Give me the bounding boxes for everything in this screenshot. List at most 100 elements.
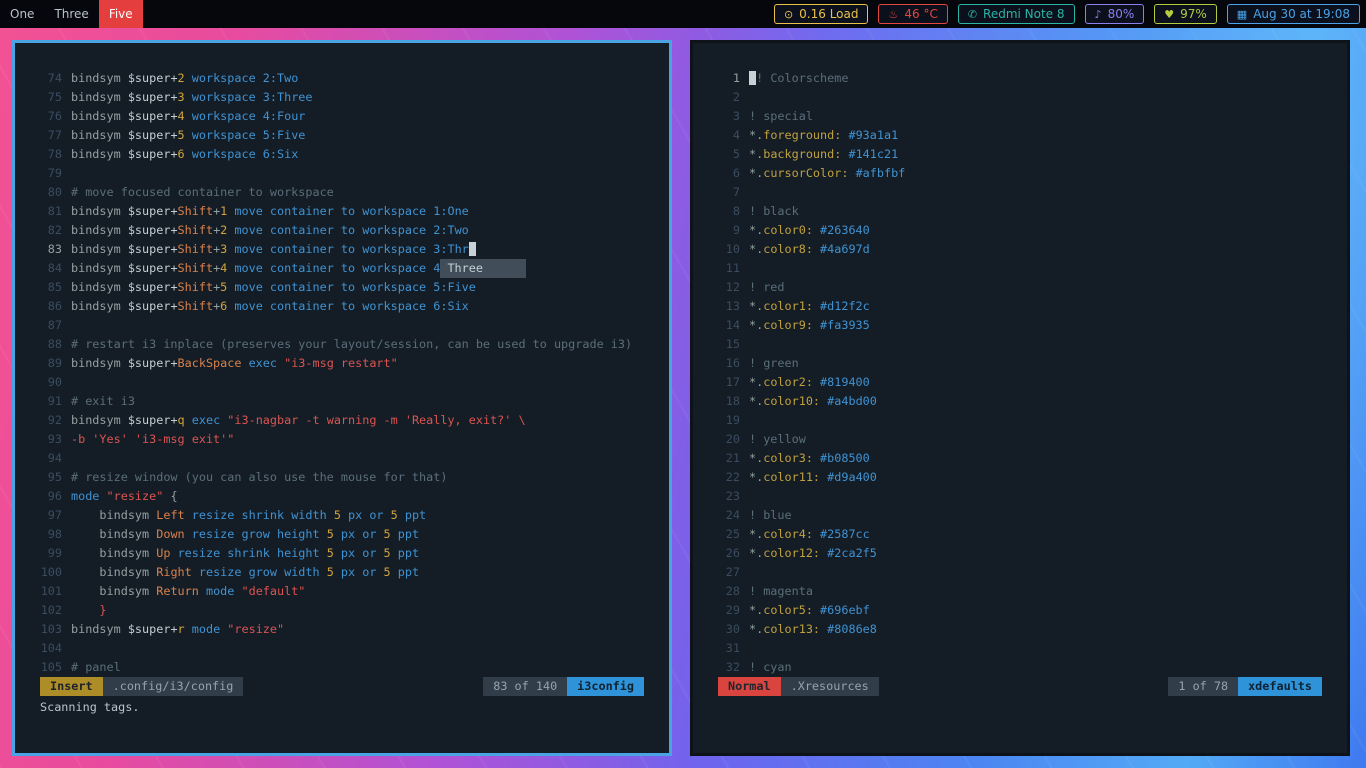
code-text: # restart i3 inplace (preserves your lay… (71, 337, 633, 351)
volume-icon: ♪ (1094, 7, 1102, 21)
terminal-window-left[interactable]: 74 bindsym $super+2 workspace 2:Two 75 bind… (12, 40, 672, 756)
line-number: 98 (47, 527, 62, 541)
code-text: *.cursorColor: #afbfbf (749, 166, 906, 180)
bar-module-volume[interactable]: ♪ 80% (1084, 4, 1145, 24)
terminal-window-right[interactable]: 1 ! Colorscheme 2 3! special 4 *.foreground:… (690, 40, 1350, 756)
code-text: bindsym $super+r mode "resize" (71, 622, 285, 636)
workspace-button-one[interactable]: One (0, 0, 44, 28)
code-line: 6 *.cursorColor: #afbfbf (718, 164, 1322, 183)
code-line: 96 mode "resize" { (40, 487, 644, 506)
statusline-spacer (879, 677, 1169, 696)
code-text: ! yellow (749, 432, 806, 446)
code-text: ! red (749, 280, 785, 294)
code-line: 21 *.color3: #b08500 (718, 449, 1322, 468)
right-code[interactable]: 1 ! Colorscheme 2 3! special 4 *.foreground:… (718, 69, 1322, 677)
code-line: 82 bindsym $super+Shift+2 move container … (40, 221, 644, 240)
code-text: *.color2: #819400 (749, 375, 870, 389)
line-number: 1 (732, 71, 740, 85)
code-text: bindsym $super+Shift+2 move container to… (71, 223, 469, 237)
statusline-left: Insert .config/i3/config 83 of 140 i3con… (40, 677, 644, 696)
line-number: 12 (725, 280, 740, 294)
code-line: 77 bindsym $super+5 workspace 5:Five (40, 126, 644, 145)
line-number: 95 (47, 470, 62, 484)
code-line: 3 ! special (718, 107, 1322, 126)
code-line: 20 ! yellow (718, 430, 1322, 449)
workspace-button-three[interactable]: Three (44, 0, 98, 28)
code-line: 28 ! magenta (718, 582, 1322, 601)
line-number: 91 (47, 394, 62, 408)
bar-module-label: 0.16 Load (799, 7, 859, 21)
code-line: 26 *.color12: #2ca2f5 (718, 544, 1322, 563)
bar-module-load[interactable]: ⊙ 0.16 Load (773, 4, 869, 24)
temp-icon: ♨ (888, 7, 899, 21)
line-number: 5 (732, 147, 740, 161)
code-line: 18 *.color10: #a4bd00 (718, 392, 1322, 411)
workspace-button-five[interactable]: Five (98, 0, 143, 28)
code-line: 76 bindsym $super+4 workspace 4:Four (40, 107, 644, 126)
code-text: ! cyan (749, 660, 792, 674)
code-line: 12 ! red (718, 278, 1322, 297)
code-line: 86 bindsym $super+Shift+6 move container … (40, 297, 644, 316)
line-number: 29 (725, 603, 740, 617)
line-number: 101 (40, 584, 62, 598)
code-text: # resize window (you can also use the mo… (71, 470, 448, 484)
left-code[interactable]: 74 bindsym $super+2 workspace 2:Two 75 bind… (40, 69, 644, 677)
line-number: 97 (47, 508, 62, 522)
bar-modules: ⊙ 0.16 Load ♨ 46 °C ✆ Redmi Note 8 ♪ 80% ♥ 97% ▦ Au… (773, 4, 1366, 24)
bar-module-date[interactable]: ▦ Aug 30 at 19:08 (1226, 4, 1360, 24)
code-text: # panel (71, 660, 121, 674)
statusline-right: Normal .Xresources 1 of 78 xdefaults (718, 677, 1322, 696)
code-line: 27 (718, 563, 1322, 582)
line-number: 75 (47, 90, 62, 104)
line-number: 86 (47, 299, 62, 313)
code-text: *.color12: #2ca2f5 (749, 546, 877, 560)
line-number: 24 (725, 508, 740, 522)
terminal-left: 74 bindsym $super+2 workspace 2:Two 75 bind… (15, 43, 669, 753)
code-line: 98 bindsym Down resize grow height 5 px … (40, 525, 644, 544)
line-number: 15 (725, 337, 740, 351)
line-number: 14 (725, 318, 740, 332)
line-number: 93 (47, 432, 62, 446)
code-line: 104 (40, 639, 644, 658)
file-name: .Xresources (780, 677, 879, 696)
line-number: 92 (47, 413, 62, 427)
code-text: bindsym $super+5 workspace 5:Five (71, 128, 306, 142)
statusline-spacer (243, 677, 483, 696)
code-text: *.color8: #4a697d (749, 242, 870, 256)
code-line: 101 bindsym Return mode "default" (40, 582, 644, 601)
code-text: *.background: #141c21 (749, 147, 899, 161)
code-line: 99 bindsym Up resize shrink height 5 px … (40, 544, 644, 563)
code-text: bindsym Up resize shrink height 5 px or … (71, 546, 420, 560)
code-line: 93 -b 'Yes' 'i3-msg exit'" (40, 430, 644, 449)
code-text: ! black (749, 204, 799, 218)
line-number: 90 (47, 375, 62, 389)
line-number: 31 (725, 641, 740, 655)
code-text: ! blue (749, 508, 792, 522)
line-number: 25 (725, 527, 740, 541)
line-number: 4 (732, 128, 740, 142)
bar-module-battery[interactable]: ♥ 97% (1154, 4, 1217, 24)
code-line: 30 *.color13: #8086e8 (718, 620, 1322, 639)
code-text: bindsym $super+4 workspace 4:Four (71, 109, 306, 123)
code-text: bindsym Left resize shrink width 5 px or… (71, 508, 427, 522)
bar-module-label: 80% (1107, 7, 1135, 21)
vim-mode-badge: Insert (40, 677, 103, 696)
line-number: 82 (47, 223, 62, 237)
code-text: bindsym $super+Shift+1 move container to… (71, 204, 469, 218)
bar-module-device[interactable]: ✆ Redmi Note 8 (957, 4, 1075, 24)
code-line: 15 (718, 335, 1322, 354)
line-number: 26 (725, 546, 740, 560)
bar-module-label: 97% (1180, 7, 1207, 21)
bar-module-label: Aug 30 at 19:08 (1253, 7, 1350, 21)
filetype-badge: i3config (567, 677, 644, 696)
line-number: 89 (47, 356, 62, 370)
code-line: 81 bindsym $super+Shift+1 move container … (40, 202, 644, 221)
command-line-right (718, 698, 1322, 717)
code-line: 31 (718, 639, 1322, 658)
code-text: *.color4: #2587cc (749, 527, 870, 541)
bar-module-temp[interactable]: ♨ 46 °C (878, 4, 948, 24)
top-bar: One Three Five ⊙ 0.16 Load ♨ 46 °C ✆ Redmi Note… (0, 0, 1366, 28)
line-number: 79 (47, 166, 62, 180)
file-name: .config/i3/config (102, 677, 244, 696)
code-text: *.color11: #d9a400 (749, 470, 877, 484)
